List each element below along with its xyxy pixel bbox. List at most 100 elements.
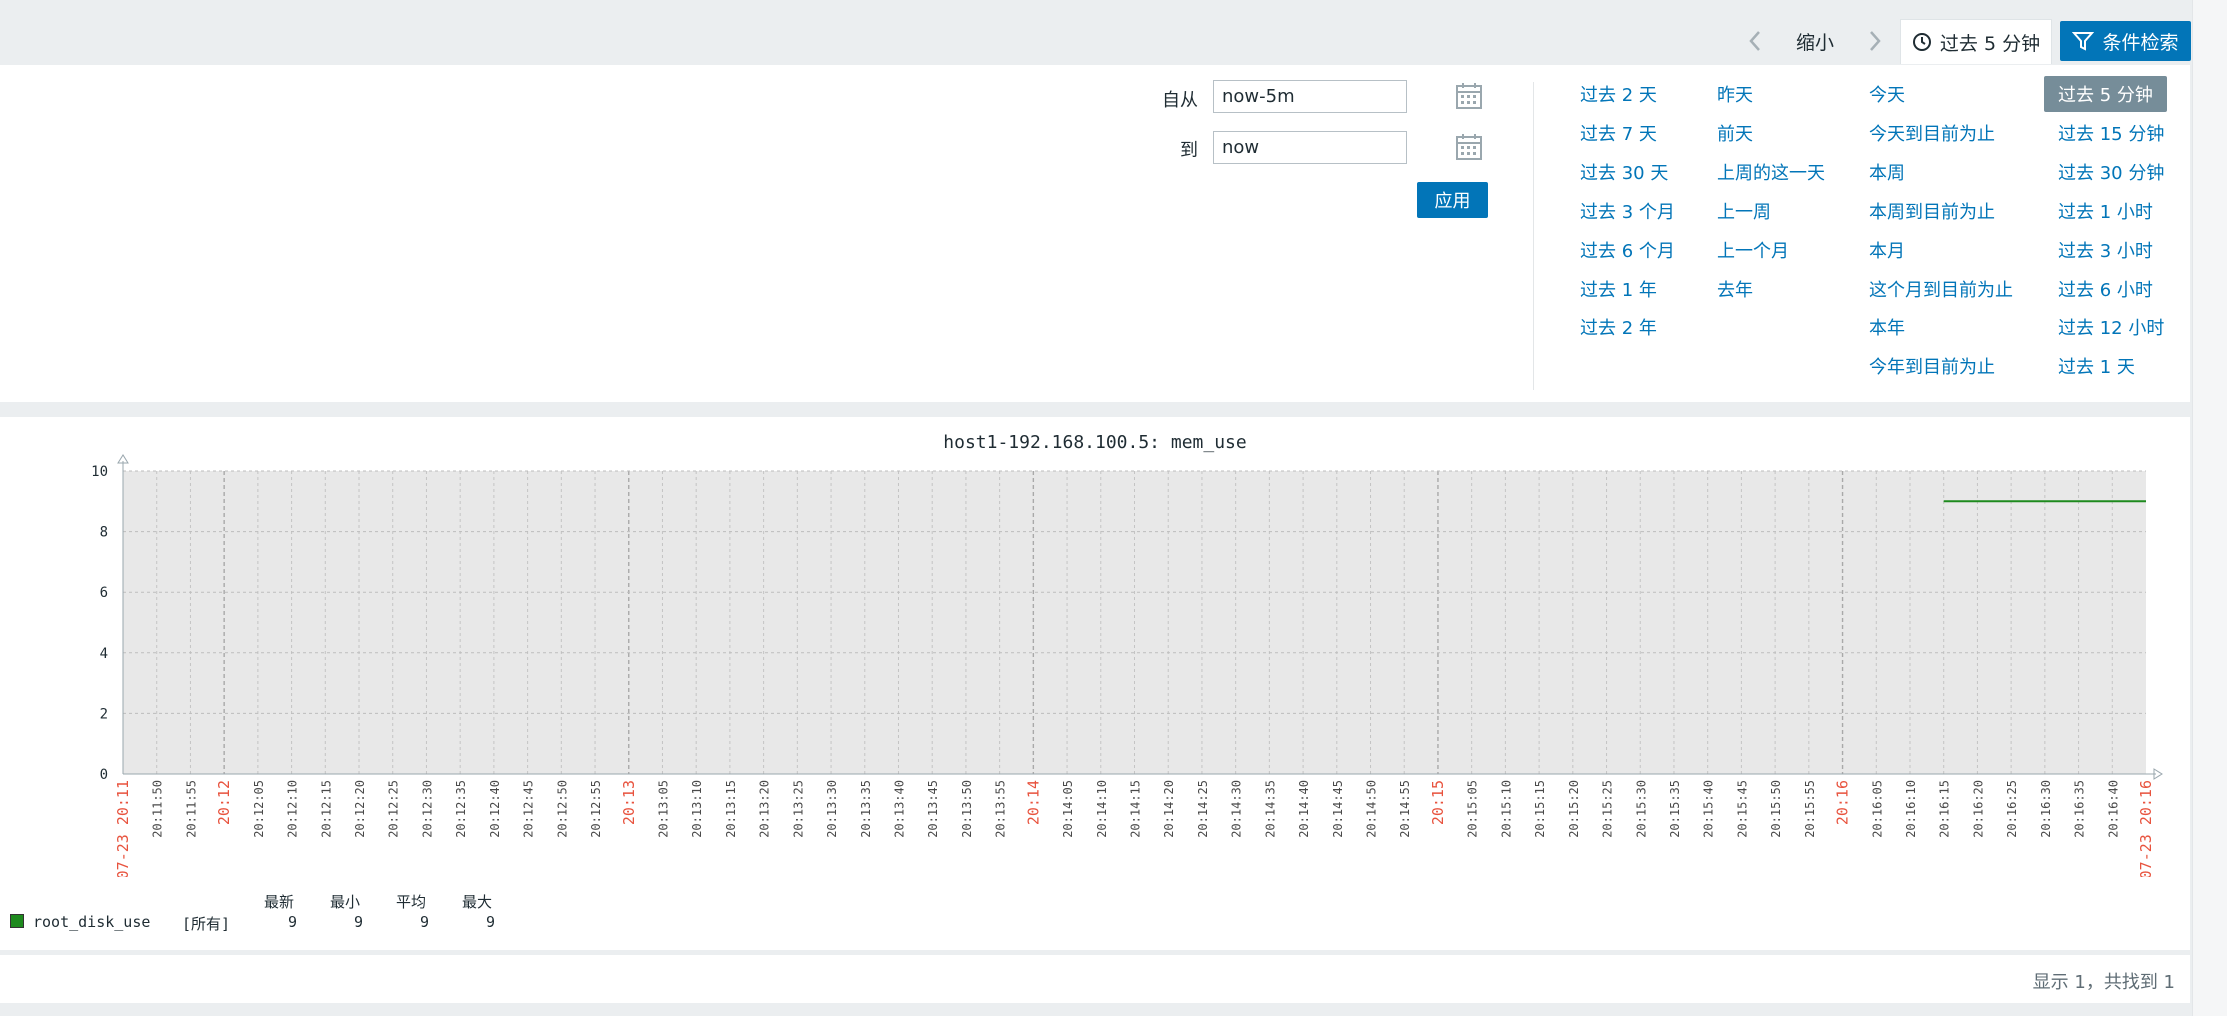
x-tick-label: 20:15:05 bbox=[1466, 780, 1480, 838]
legend-item-scope: [所有] bbox=[182, 915, 231, 933]
x-tick-label-major: 07-23 20:16 bbox=[2137, 780, 2155, 877]
quick-range-link[interactable]: 过去 1 小时 bbox=[2058, 198, 2153, 224]
x-tick-label-major: 20:15 bbox=[1429, 780, 1447, 825]
quick-range-link[interactable]: 去年 bbox=[1717, 276, 1753, 302]
x-tick-label: 20:14:35 bbox=[1263, 780, 1277, 838]
quick-range-link[interactable]: 本周到目前为止 bbox=[1869, 198, 1995, 224]
x-tick-label: 20:15:15 bbox=[1533, 780, 1547, 838]
x-tick-label: 20:13:30 bbox=[825, 780, 839, 838]
x-tick-label: 20:13:10 bbox=[690, 780, 704, 838]
x-tick-label: 20:12:55 bbox=[589, 780, 603, 838]
quick-range-link[interactable]: 上周的这一天 bbox=[1717, 159, 1825, 185]
x-tick-label: 20:12:25 bbox=[387, 780, 401, 838]
legend-value-max: 9 bbox=[486, 913, 496, 931]
chevron-right-icon bbox=[1870, 31, 1881, 51]
x-tick-label: 20:13:25 bbox=[791, 780, 805, 838]
graph-panel: host1-192.168.100.5: mem_use 0 2 4 6 8 10 07-2… bbox=[0, 417, 2190, 950]
filter-icon bbox=[2072, 32, 2095, 51]
x-tick-label: 20:11:50 bbox=[151, 780, 165, 838]
x-tick-label: 20:16:35 bbox=[2073, 780, 2087, 838]
legend-header-max: 最大 bbox=[462, 893, 493, 911]
calendar-icon[interactable] bbox=[1455, 133, 1483, 161]
quick-range-link[interactable]: 今年到目前为止 bbox=[1869, 353, 1995, 379]
quick-range-link[interactable]: 过去 30 分钟 bbox=[2058, 159, 2164, 185]
x-tick-label: 20:16:20 bbox=[1971, 780, 1985, 838]
x-tick-label: 20:13:35 bbox=[859, 780, 873, 838]
legend-item-name: root_disk_use bbox=[33, 913, 151, 931]
quick-range-link[interactable]: 过去 7 天 bbox=[1580, 120, 1657, 146]
quick-range-link[interactable]: 过去 15 分钟 bbox=[2058, 120, 2164, 146]
x-tick-label: 20:15:50 bbox=[1769, 780, 1783, 838]
x-tick-label: 20:14:50 bbox=[1365, 780, 1379, 838]
table-footer: 显示 1，共找到 1 bbox=[0, 955, 2190, 1003]
x-tick-label: 20:16:30 bbox=[2039, 780, 2053, 838]
legend-value-min: 9 bbox=[354, 913, 364, 931]
x-tick-label: 20:16:10 bbox=[1904, 780, 1918, 838]
x-tick-label: 20:15:30 bbox=[1634, 780, 1648, 838]
quick-range-link[interactable]: 过去 6 小时 bbox=[2058, 276, 2153, 302]
x-tick-label: 20:13:45 bbox=[926, 780, 940, 838]
zoom-out-button[interactable]: 缩小 bbox=[1780, 21, 1850, 61]
quick-range-link[interactable]: 过去 1 年 bbox=[1580, 276, 1657, 302]
tab-filter[interactable]: 条件检索 bbox=[2060, 21, 2191, 61]
x-tick-label: 20:12:15 bbox=[319, 780, 333, 838]
to-input[interactable] bbox=[1213, 131, 1407, 164]
quick-range-link[interactable]: 前天 bbox=[1717, 120, 1753, 146]
quick-range-link[interactable]: 过去 30 天 bbox=[1580, 159, 1668, 185]
quick-range-link[interactable]: 过去 3 个月 bbox=[1580, 198, 1675, 224]
x-tick-label: 20:15:25 bbox=[1601, 780, 1615, 838]
graph-chart: 0 2 4 6 8 10 07-23 20:11 20:11:50 20:11:55 20:12 2… bbox=[91, 454, 2163, 877]
x-tick-label: 20:13:20 bbox=[758, 780, 772, 838]
x-tick-label: 20:13:15 bbox=[724, 780, 738, 838]
x-tick-label-major: 20:12 bbox=[215, 780, 233, 825]
legend-header-min: 最小 bbox=[330, 893, 361, 911]
quick-range-link[interactable]: 本月 bbox=[1869, 237, 1905, 263]
x-tick-label-major: 20:13 bbox=[620, 780, 638, 825]
x-tick-label: 20:16:05 bbox=[1870, 780, 1884, 838]
quick-range-link[interactable]: 今天 bbox=[1869, 81, 1905, 107]
quick-range-link[interactable]: 这个月到目前为止 bbox=[1869, 276, 2013, 302]
x-tick-label: 20:15:35 bbox=[1668, 780, 1682, 838]
x-tick-label: 20:15:55 bbox=[1803, 780, 1817, 838]
x-tick-label: 20:12:45 bbox=[522, 780, 536, 838]
quick-range-link[interactable]: 过去 3 小时 bbox=[2058, 237, 2153, 263]
x-tick-label: 20:12:10 bbox=[286, 780, 300, 838]
quick-range-link[interactable]: 本年 bbox=[1869, 314, 1905, 340]
quick-range-link[interactable]: 过去 1 天 bbox=[2058, 353, 2135, 379]
result-count: 显示 1，共找到 1 bbox=[2032, 972, 2175, 993]
quick-range-link[interactable]: 今天到目前为止 bbox=[1869, 120, 1995, 146]
prev-period-button[interactable] bbox=[1735, 21, 1775, 61]
time-filter-panel: 自从 到 应用 过去 2 天过去 7 天过去 30 天过去 3 个月过去 6 个… bbox=[0, 65, 2190, 402]
quick-range-link[interactable]: 昨天 bbox=[1717, 81, 1753, 107]
x-tick-label: 20:12:05 bbox=[252, 780, 266, 838]
next-period-button[interactable] bbox=[1855, 21, 1895, 61]
x-tick-label: 20:14:30 bbox=[1230, 780, 1244, 838]
quick-range-link[interactable]: 上一个月 bbox=[1717, 237, 1789, 263]
x-tick-label: 20:14:55 bbox=[1398, 780, 1412, 838]
quick-range-link[interactable]: 本周 bbox=[1869, 159, 1905, 185]
x-tick-label: 20:16:15 bbox=[1938, 780, 1952, 838]
quick-range-link[interactable]: 上一周 bbox=[1717, 198, 1771, 224]
from-input[interactable] bbox=[1213, 80, 1407, 113]
x-tick-label: 20:14:10 bbox=[1095, 780, 1109, 838]
x-tick-label: 20:15:45 bbox=[1735, 780, 1749, 838]
quick-range-link[interactable]: 过去 2 天 bbox=[1580, 81, 1657, 107]
y-tick-label: 10 bbox=[91, 464, 108, 480]
apply-button[interactable]: 应用 bbox=[1417, 182, 1488, 218]
quick-range-link[interactable]: 过去 2 年 bbox=[1580, 314, 1657, 340]
quick-range-link[interactable]: 过去 12 小时 bbox=[2058, 314, 2164, 340]
x-tick-label: 20:15:40 bbox=[1702, 780, 1716, 838]
tab-time-range[interactable]: 过去 5 分钟 bbox=[1900, 19, 2052, 64]
quick-range-active[interactable]: 过去 5 分钟 bbox=[2044, 76, 2167, 112]
calendar-icon[interactable] bbox=[1455, 82, 1483, 110]
y-tick-label: 0 bbox=[100, 767, 108, 783]
y-tick-label: 2 bbox=[100, 706, 108, 722]
x-tick-label: 20:12:40 bbox=[488, 780, 502, 838]
x-tick-label: 20:12:30 bbox=[420, 780, 434, 838]
quick-range-link[interactable]: 过去 6 个月 bbox=[1580, 237, 1675, 263]
y-tick-label: 4 bbox=[100, 646, 108, 662]
x-tick-label-major: 20:16 bbox=[1834, 780, 1852, 825]
y-tick-label: 8 bbox=[100, 525, 108, 541]
x-tick-label: 20:13:05 bbox=[656, 780, 670, 838]
page-scrollbar[interactable] bbox=[2192, 0, 2227, 1016]
